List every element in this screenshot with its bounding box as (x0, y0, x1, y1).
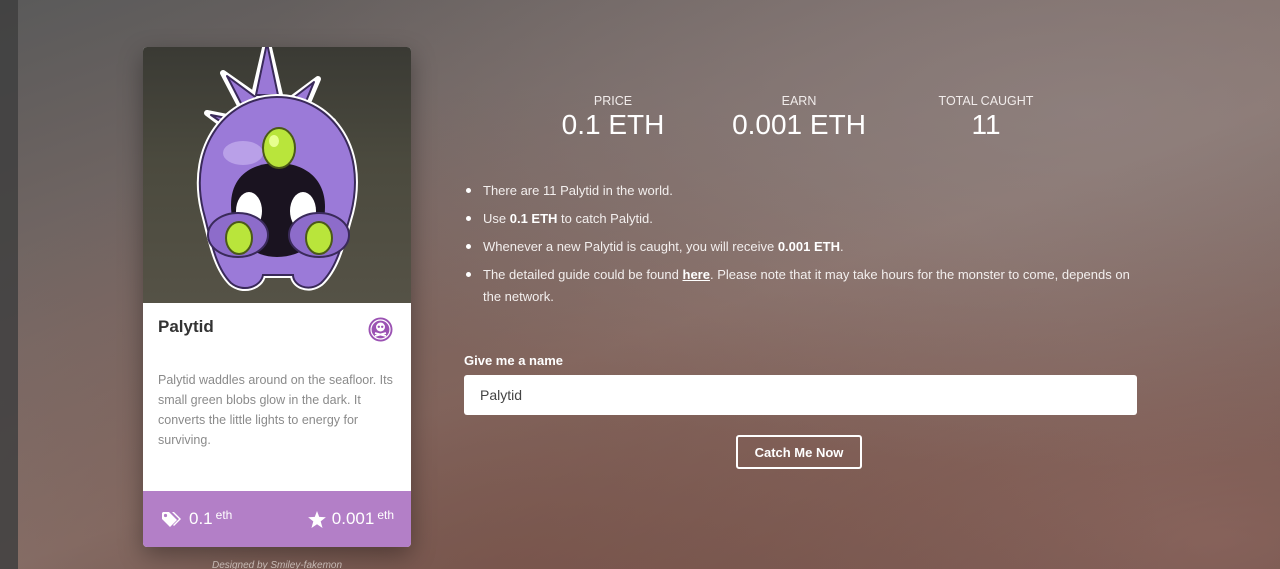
card-price: 0.1 eth (161, 508, 233, 529)
card-footer: 0.1 eth 0.001 eth (143, 491, 411, 547)
designer-credit: Designed by Smiley-fakemon (211, 560, 343, 569)
stat-total-caught-label: TOTAL CAUGHT (938, 94, 1034, 108)
stats-row: PRICE 0.1 ETH EARN 0.001 ETH TOTAL CAUGH… (540, 94, 1060, 142)
poison-type-icon (368, 317, 393, 342)
stat-earn-label: EARN (781, 94, 817, 108)
card-earn: 0.001 eth (307, 508, 394, 529)
card-price-unit: eth (215, 508, 233, 522)
info-item-guide: The detailed guide could be found here. … (465, 264, 1145, 308)
card-earn-value: 0.001 (331, 509, 375, 528)
star-icon (307, 510, 326, 528)
monster-card: Palytid Palytid waddles around on the se… (143, 47, 411, 547)
tags-icon (162, 512, 181, 527)
left-edge-strip (0, 0, 18, 569)
monster-name: Palytid (158, 317, 214, 336)
guide-link[interactable]: here (683, 267, 710, 282)
info-earn-bold: 0.001 ETH (777, 239, 840, 254)
monster-description: Palytid waddles around on the seafloor. … (158, 373, 393, 447)
name-field-label: Give me a name (464, 353, 563, 368)
card-earn-unit: eth (377, 508, 394, 522)
stat-price: PRICE 0.1 ETH (540, 94, 686, 142)
name-input[interactable] (464, 375, 1137, 415)
info-item-price: Use 0.1 ETH to catch Palytid. (465, 208, 1145, 230)
monster-image (143, 47, 411, 303)
stat-price-value: 0.1 ETH (561, 109, 665, 140)
stat-earn: EARN 0.001 ETH (686, 94, 912, 142)
stat-total-caught: TOTAL CAUGHT 11 (912, 94, 1060, 142)
card-price-value: 0.1 (189, 509, 213, 528)
info-item-population: There are 11 Palytid in the world. (465, 180, 1145, 202)
stat-earn-value: 0.001 ETH (732, 109, 866, 140)
stat-total-caught-value: 11 (971, 109, 1001, 140)
catch-me-now-button[interactable]: Catch Me Now (736, 435, 862, 469)
info-price-bold: 0.1 ETH (509, 211, 558, 226)
info-item-earn: Whenever a new Palytid is caught, you wi… (465, 236, 1145, 258)
stat-price-label: PRICE (593, 94, 633, 108)
palytid-artwork (196, 47, 358, 292)
info-list: There are 11 Palytid in the world. Use 0… (465, 180, 1145, 314)
